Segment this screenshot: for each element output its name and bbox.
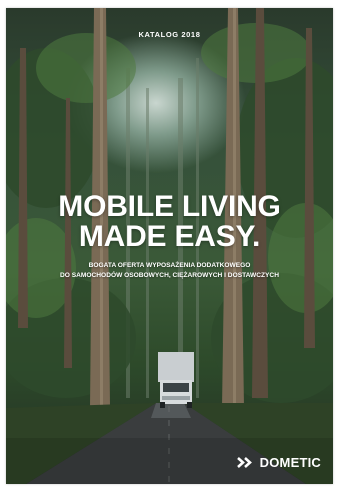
brand-name: DOMETIC (259, 455, 321, 470)
catalog-year-label: KATALOG 2018 (138, 30, 201, 39)
truck-image (158, 352, 194, 408)
subheadline: BOGATA OFERTA WYPOSAŻENIA DODATKOWEGO DO… (6, 261, 333, 280)
headline: MOBILE LIVING MADE EASY. (6, 192, 333, 252)
catalog-cover: KATALOG 2018 MOBILE LIVING MADE EASY. BO… (6, 8, 333, 484)
subheadline-line-2: DO SAMOCHODÓW OSOBOWYCH, CIĘŻAROWYCH I D… (60, 271, 279, 279)
dometic-chevron-icon (236, 457, 252, 468)
headline-line-1: MOBILE LIVING (58, 190, 281, 223)
subheadline-line-1: BOGATA OFERTA WYPOSAŻENIA DODATKOWEGO (88, 262, 251, 269)
brand-logo: DOMETIC (236, 455, 321, 470)
headline-line-2: MADE EASY. (78, 220, 261, 253)
